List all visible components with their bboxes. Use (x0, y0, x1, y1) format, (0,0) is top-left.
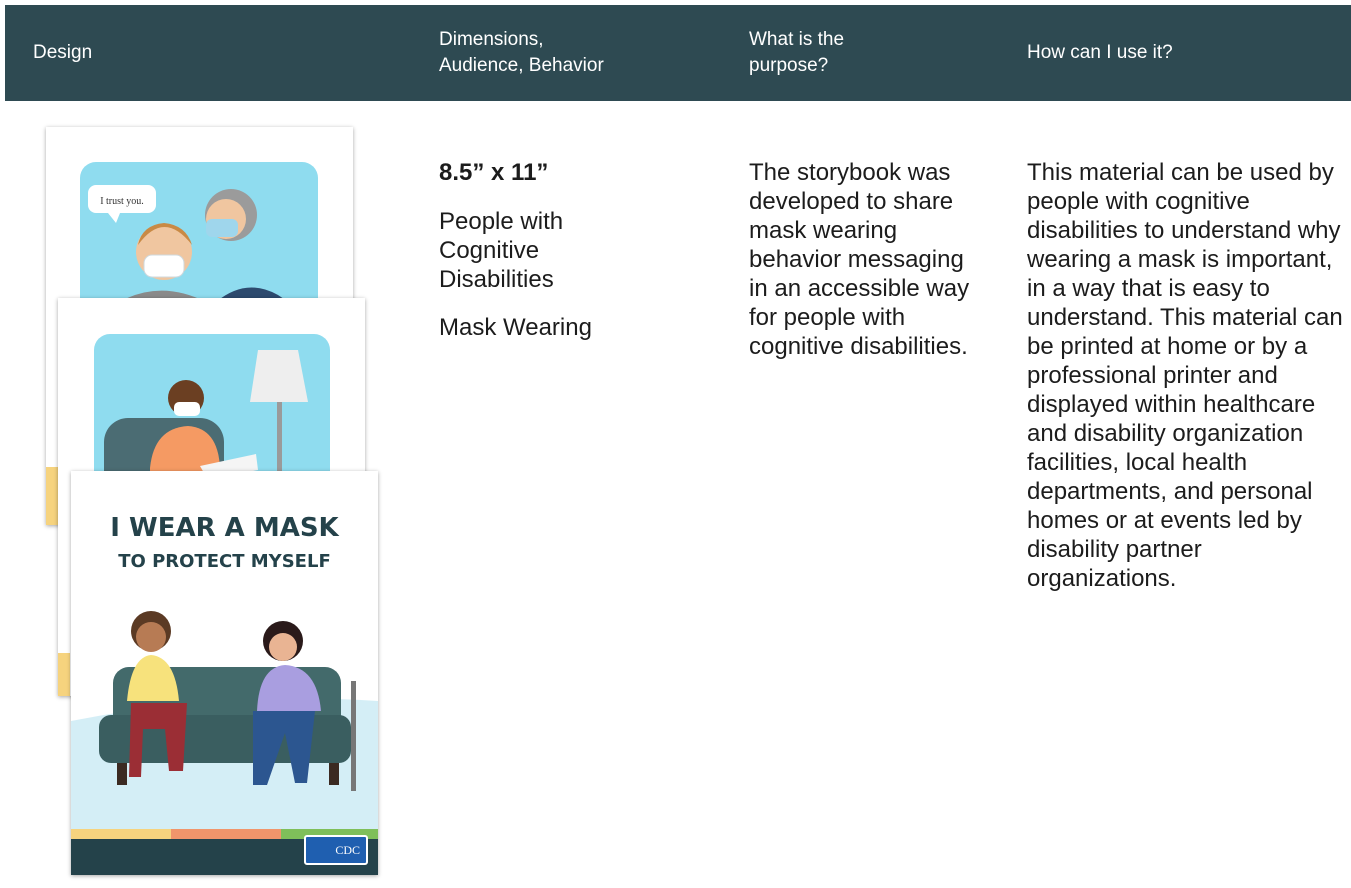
header-purpose-line2: purpose? (749, 55, 829, 76)
header-how-use-label: How can I use it? (1027, 42, 1173, 63)
behavior-text: Mask Wearing (439, 314, 592, 341)
dimensions-size: 8.5” x 11” (439, 159, 549, 186)
purpose-cell: The storybook was developed to share mas… (749, 158, 979, 361)
purpose-text: The storybook was developed to share mas… (749, 159, 970, 360)
speech-bubble-text: I trust you. (100, 196, 144, 207)
audience-text: People with Cognitive Disabilities (439, 208, 564, 293)
storybook-cover: I WEAR A MASK TO PROTECT MYSELF CDC (71, 471, 378, 875)
dimensions-cell: 8.5” x 11” People with Cognitive Disabil… (439, 158, 719, 342)
how-use-cell: This material can be used by people with… (1027, 158, 1351, 593)
cdc-logo-text: CDC (335, 842, 360, 857)
header-dimensions-line1: Dimensions, (439, 29, 544, 50)
cdc-logo-icon: CDC (304, 835, 368, 865)
header-design: Design (33, 5, 413, 101)
how-use-text: This material can be used by people with… (1027, 159, 1343, 592)
header-dimensions-line2: Audience, Behavior (439, 55, 604, 76)
cover-title-line1: I WEAR A MASK (110, 513, 339, 543)
header-dimensions: Dimensions, Audience, Behavior (439, 5, 729, 101)
header-how-use: How can I use it? (1027, 5, 1347, 101)
header-purpose-line1: What is the (749, 29, 845, 50)
page-2-color-strip (58, 653, 70, 696)
table-header: Design Dimensions, Audience, Behavior Wh… (5, 5, 1351, 101)
header-purpose: What is the purpose? (749, 5, 989, 101)
header-design-label: Design (33, 42, 93, 63)
page-1-color-strip (46, 467, 58, 525)
cover-title-line2: TO PROTECT MYSELF (118, 551, 331, 572)
